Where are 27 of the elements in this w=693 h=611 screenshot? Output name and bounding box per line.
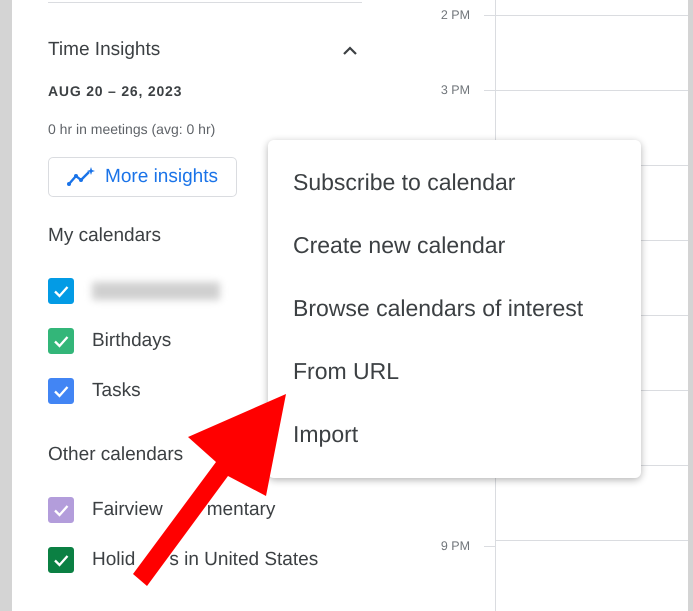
menu-item[interactable]: Create new calendar bbox=[293, 214, 506, 277]
calendar-name: Tasks bbox=[92, 380, 141, 402]
menu-item[interactable]: Import bbox=[293, 403, 358, 466]
meetings-summary: 0 hr in meetings (avg: 0 hr) bbox=[48, 121, 216, 137]
more-insights-button[interactable]: More insights bbox=[48, 157, 237, 197]
hour-label: 9 PM bbox=[440, 539, 470, 553]
calendar-name: Birthdays bbox=[92, 330, 172, 352]
calendar-name: Fairview bbox=[92, 499, 163, 521]
checkbox[interactable] bbox=[48, 328, 74, 354]
checkbox[interactable] bbox=[48, 278, 74, 304]
calendar-name: Holid bbox=[92, 549, 136, 571]
menu-item[interactable]: From URL bbox=[293, 340, 400, 403]
menu-item[interactable]: Browse calendars of interest bbox=[293, 277, 584, 340]
checkbox[interactable] bbox=[48, 547, 74, 573]
section-title: Other calendars bbox=[48, 444, 184, 466]
date-range: AUG 20 – 26, 2023 bbox=[48, 83, 182, 99]
hour-label: 3 PM bbox=[440, 83, 470, 97]
section-title: My calendars bbox=[48, 225, 161, 247]
chevron-icon[interactable] bbox=[342, 45, 358, 55]
calendar-name: s in United States bbox=[169, 549, 318, 571]
hour-label: 2 PM bbox=[440, 8, 470, 22]
checkbox[interactable] bbox=[48, 497, 74, 523]
sparkle-chart-icon bbox=[67, 167, 95, 187]
menu-item[interactable]: Subscribe to calendar bbox=[293, 151, 516, 214]
checkbox[interactable] bbox=[48, 378, 74, 404]
section-title: Time Insights bbox=[48, 39, 160, 61]
calendar-name: mentary bbox=[206, 499, 276, 521]
